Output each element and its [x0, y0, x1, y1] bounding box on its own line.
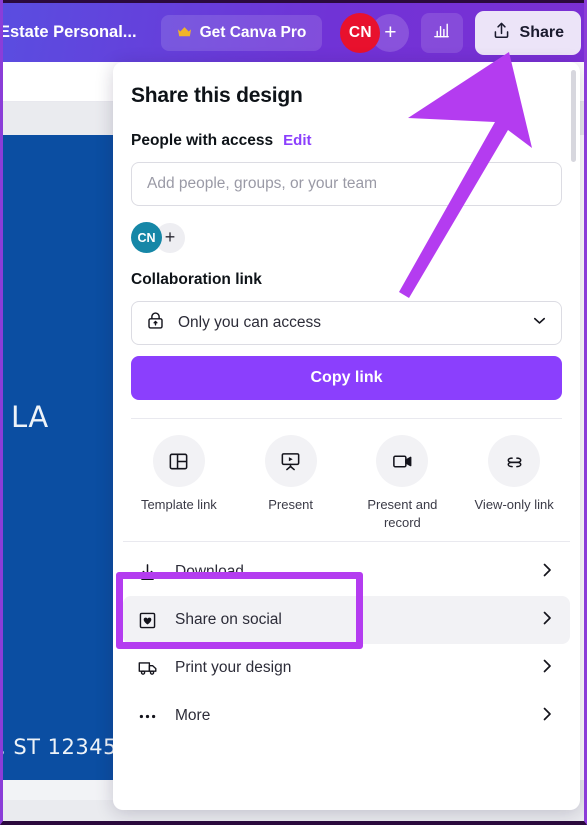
chevron-down-icon [531, 312, 548, 334]
get-canva-pro-button[interactable]: Get Canva Pro [160, 14, 323, 51]
present-icon [264, 435, 317, 487]
quick-action-label: Template link [140, 497, 217, 512]
copy-link-label: Copy link [310, 369, 383, 386]
collaboration-link-label: Collaboration link [131, 271, 262, 288]
quick-action-label: Present and record [367, 497, 438, 530]
menu-item-label: More [175, 707, 211, 725]
people-with-access-header: People with access Edit [131, 132, 562, 150]
document-title[interactable]: Estate Personal... [3, 23, 137, 42]
dialog-scrollbar[interactable] [571, 70, 576, 162]
avatar[interactable]: CN [340, 12, 381, 53]
avatar-group: CN + [340, 12, 410, 53]
edit-access-link[interactable]: Edit [283, 132, 311, 149]
more-dots-icon [137, 706, 163, 727]
collaborator-avatar[interactable]: CN [131, 222, 162, 253]
menu-item-label: Print your design [175, 659, 292, 677]
canvas-bottom-strip [3, 780, 113, 800]
dialog-title: Share this design [131, 84, 303, 107]
bar-chart-icon [432, 21, 451, 45]
share-upload-icon [492, 21, 511, 45]
canva-editor-screen: LA , ST 12345 Estate Personal... Get Can… [0, 0, 587, 825]
menu-item-share-on-social[interactable]: Share on social [123, 596, 570, 645]
crown-icon [177, 26, 192, 40]
chevron-right-icon [538, 657, 556, 680]
share-menu-list: Download Share on social Print your desi… [113, 542, 580, 750]
quick-action-present-and-record[interactable]: Present and record [347, 435, 459, 531]
lock-icon [145, 310, 166, 336]
download-icon [137, 562, 163, 583]
top-app-bar: Estate Personal... Get Canva Pro CN + Sh… [3, 0, 584, 62]
view-only-link-icon [488, 435, 541, 487]
print-truck-icon [137, 657, 163, 679]
add-people-placeholder: Add people, groups, or your team [147, 175, 378, 192]
analytics-button[interactable] [421, 12, 463, 53]
present-record-icon [376, 435, 429, 487]
dialog-top-section: Share this design People with access Edi… [113, 62, 580, 419]
design-text-address: , ST 12345 [3, 735, 113, 759]
quick-action-present[interactable]: Present [235, 435, 347, 531]
menu-item-more[interactable]: More [123, 692, 570, 740]
menu-item-label: Download [175, 563, 244, 581]
design-text-city: LA [11, 400, 49, 434]
template-link-icon [152, 435, 205, 487]
access-level-select[interactable]: Only you can access [131, 301, 562, 345]
quick-action-label: Present [268, 497, 314, 512]
access-level-value: Only you can access [178, 314, 322, 331]
add-people-input[interactable]: Add people, groups, or your team [131, 162, 562, 206]
chevron-right-icon [538, 561, 556, 584]
quick-action-template-link[interactable]: Template link [123, 435, 235, 531]
menu-item-print-your-design[interactable]: Print your design [123, 644, 570, 692]
share-social-icon [137, 610, 163, 631]
copy-link-button[interactable]: Copy link [131, 356, 562, 400]
people-with-access-label: People with access [131, 132, 274, 149]
share-button[interactable]: Share [474, 10, 581, 55]
quick-action-label: View-only link [474, 497, 554, 512]
chevron-right-icon [538, 609, 556, 632]
menu-item-download[interactable]: Download [123, 548, 570, 596]
menu-item-label: Share on social [175, 611, 282, 629]
get-canva-pro-label: Get Canva Pro [199, 23, 307, 41]
chevron-right-icon [538, 705, 556, 728]
share-dialog: Share this design People with access Edi… [113, 62, 580, 810]
quick-actions-row: Template link Present Present and record… [113, 419, 580, 541]
share-button-label: Share [519, 23, 564, 41]
design-canvas[interactable]: LA , ST 12345 [3, 135, 113, 780]
quick-action-view-only-link[interactable]: View-only link [458, 435, 570, 531]
collaborator-avatars: CN + [131, 222, 562, 253]
